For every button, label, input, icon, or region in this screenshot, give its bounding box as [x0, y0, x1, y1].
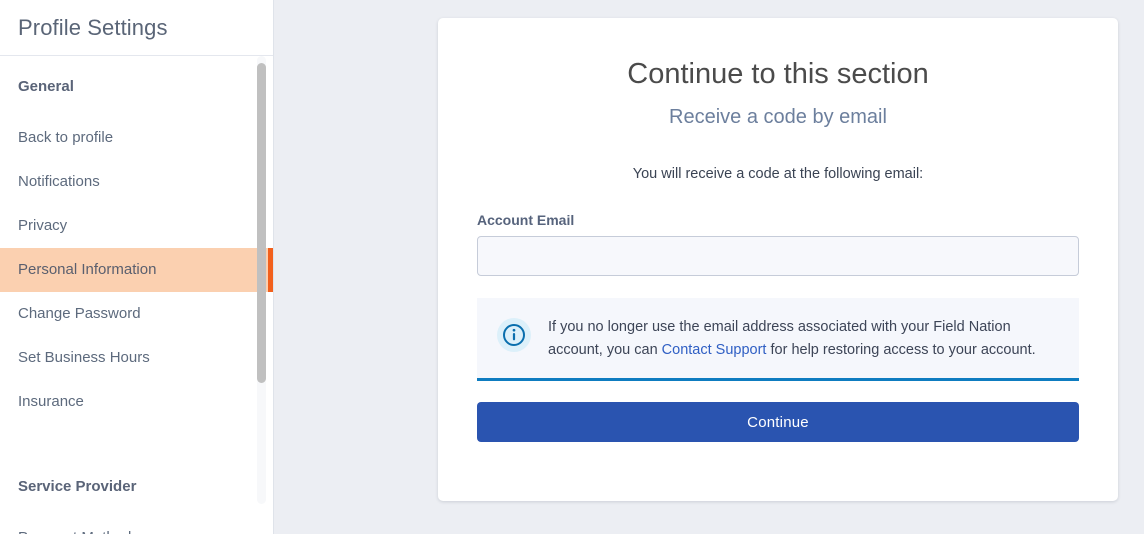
- card-description: You will receive a code at the following…: [632, 166, 924, 183]
- main-content: Continue to this section Receive a code …: [274, 0, 1144, 534]
- continue-button[interactable]: Continue: [477, 402, 1079, 443]
- info-box-text: If you no longer use the email address a…: [548, 316, 1059, 362]
- nav-group-heading-service-provider: Service Provider: [18, 478, 137, 495]
- card-subtitle: Receive a code by email: [669, 106, 887, 129]
- account-email-input[interactable]: [477, 236, 1079, 277]
- sidebar-item-payment-method[interactable]: Payment Method: [0, 516, 273, 534]
- settings-sidebar: Profile Settings General Back to profile…: [0, 0, 274, 534]
- verification-card: Continue to this section Receive a code …: [438, 18, 1118, 501]
- sidebar-item-personal-information[interactable]: Personal Information: [0, 248, 273, 292]
- sidebar-item-privacy[interactable]: Privacy: [0, 204, 273, 248]
- card-title: Continue to this section: [627, 58, 929, 90]
- profile-settings-page: Profile Settings General Back to profile…: [0, 0, 1144, 534]
- sidebar-item-back-to-profile[interactable]: Back to profile: [0, 116, 273, 160]
- sidebar-nav-scroll-area[interactable]: General Back to profile Notifications Pr…: [0, 56, 273, 534]
- account-email-label: Account Email: [477, 212, 575, 229]
- sidebar-scrollbar-thumb[interactable]: [257, 63, 266, 383]
- sidebar-item-insurance[interactable]: Insurance: [0, 380, 273, 424]
- page-title: Profile Settings: [18, 14, 168, 40]
- info-circle-icon: [497, 318, 531, 353]
- sidebar-item-change-password[interactable]: Change Password: [0, 292, 273, 336]
- sidebar-header: Profile Settings: [0, 0, 273, 56]
- contact-support-link[interactable]: Contact Support: [662, 342, 767, 358]
- sidebar-item-notifications[interactable]: Notifications: [0, 160, 273, 204]
- info-text-after: for help restoring access to your accoun…: [766, 342, 1036, 359]
- nav-group-heading-general: General: [18, 78, 74, 95]
- contact-support-info-box: If you no longer use the email address a…: [477, 298, 1079, 382]
- sidebar-item-set-business-hours[interactable]: Set Business Hours: [0, 336, 273, 380]
